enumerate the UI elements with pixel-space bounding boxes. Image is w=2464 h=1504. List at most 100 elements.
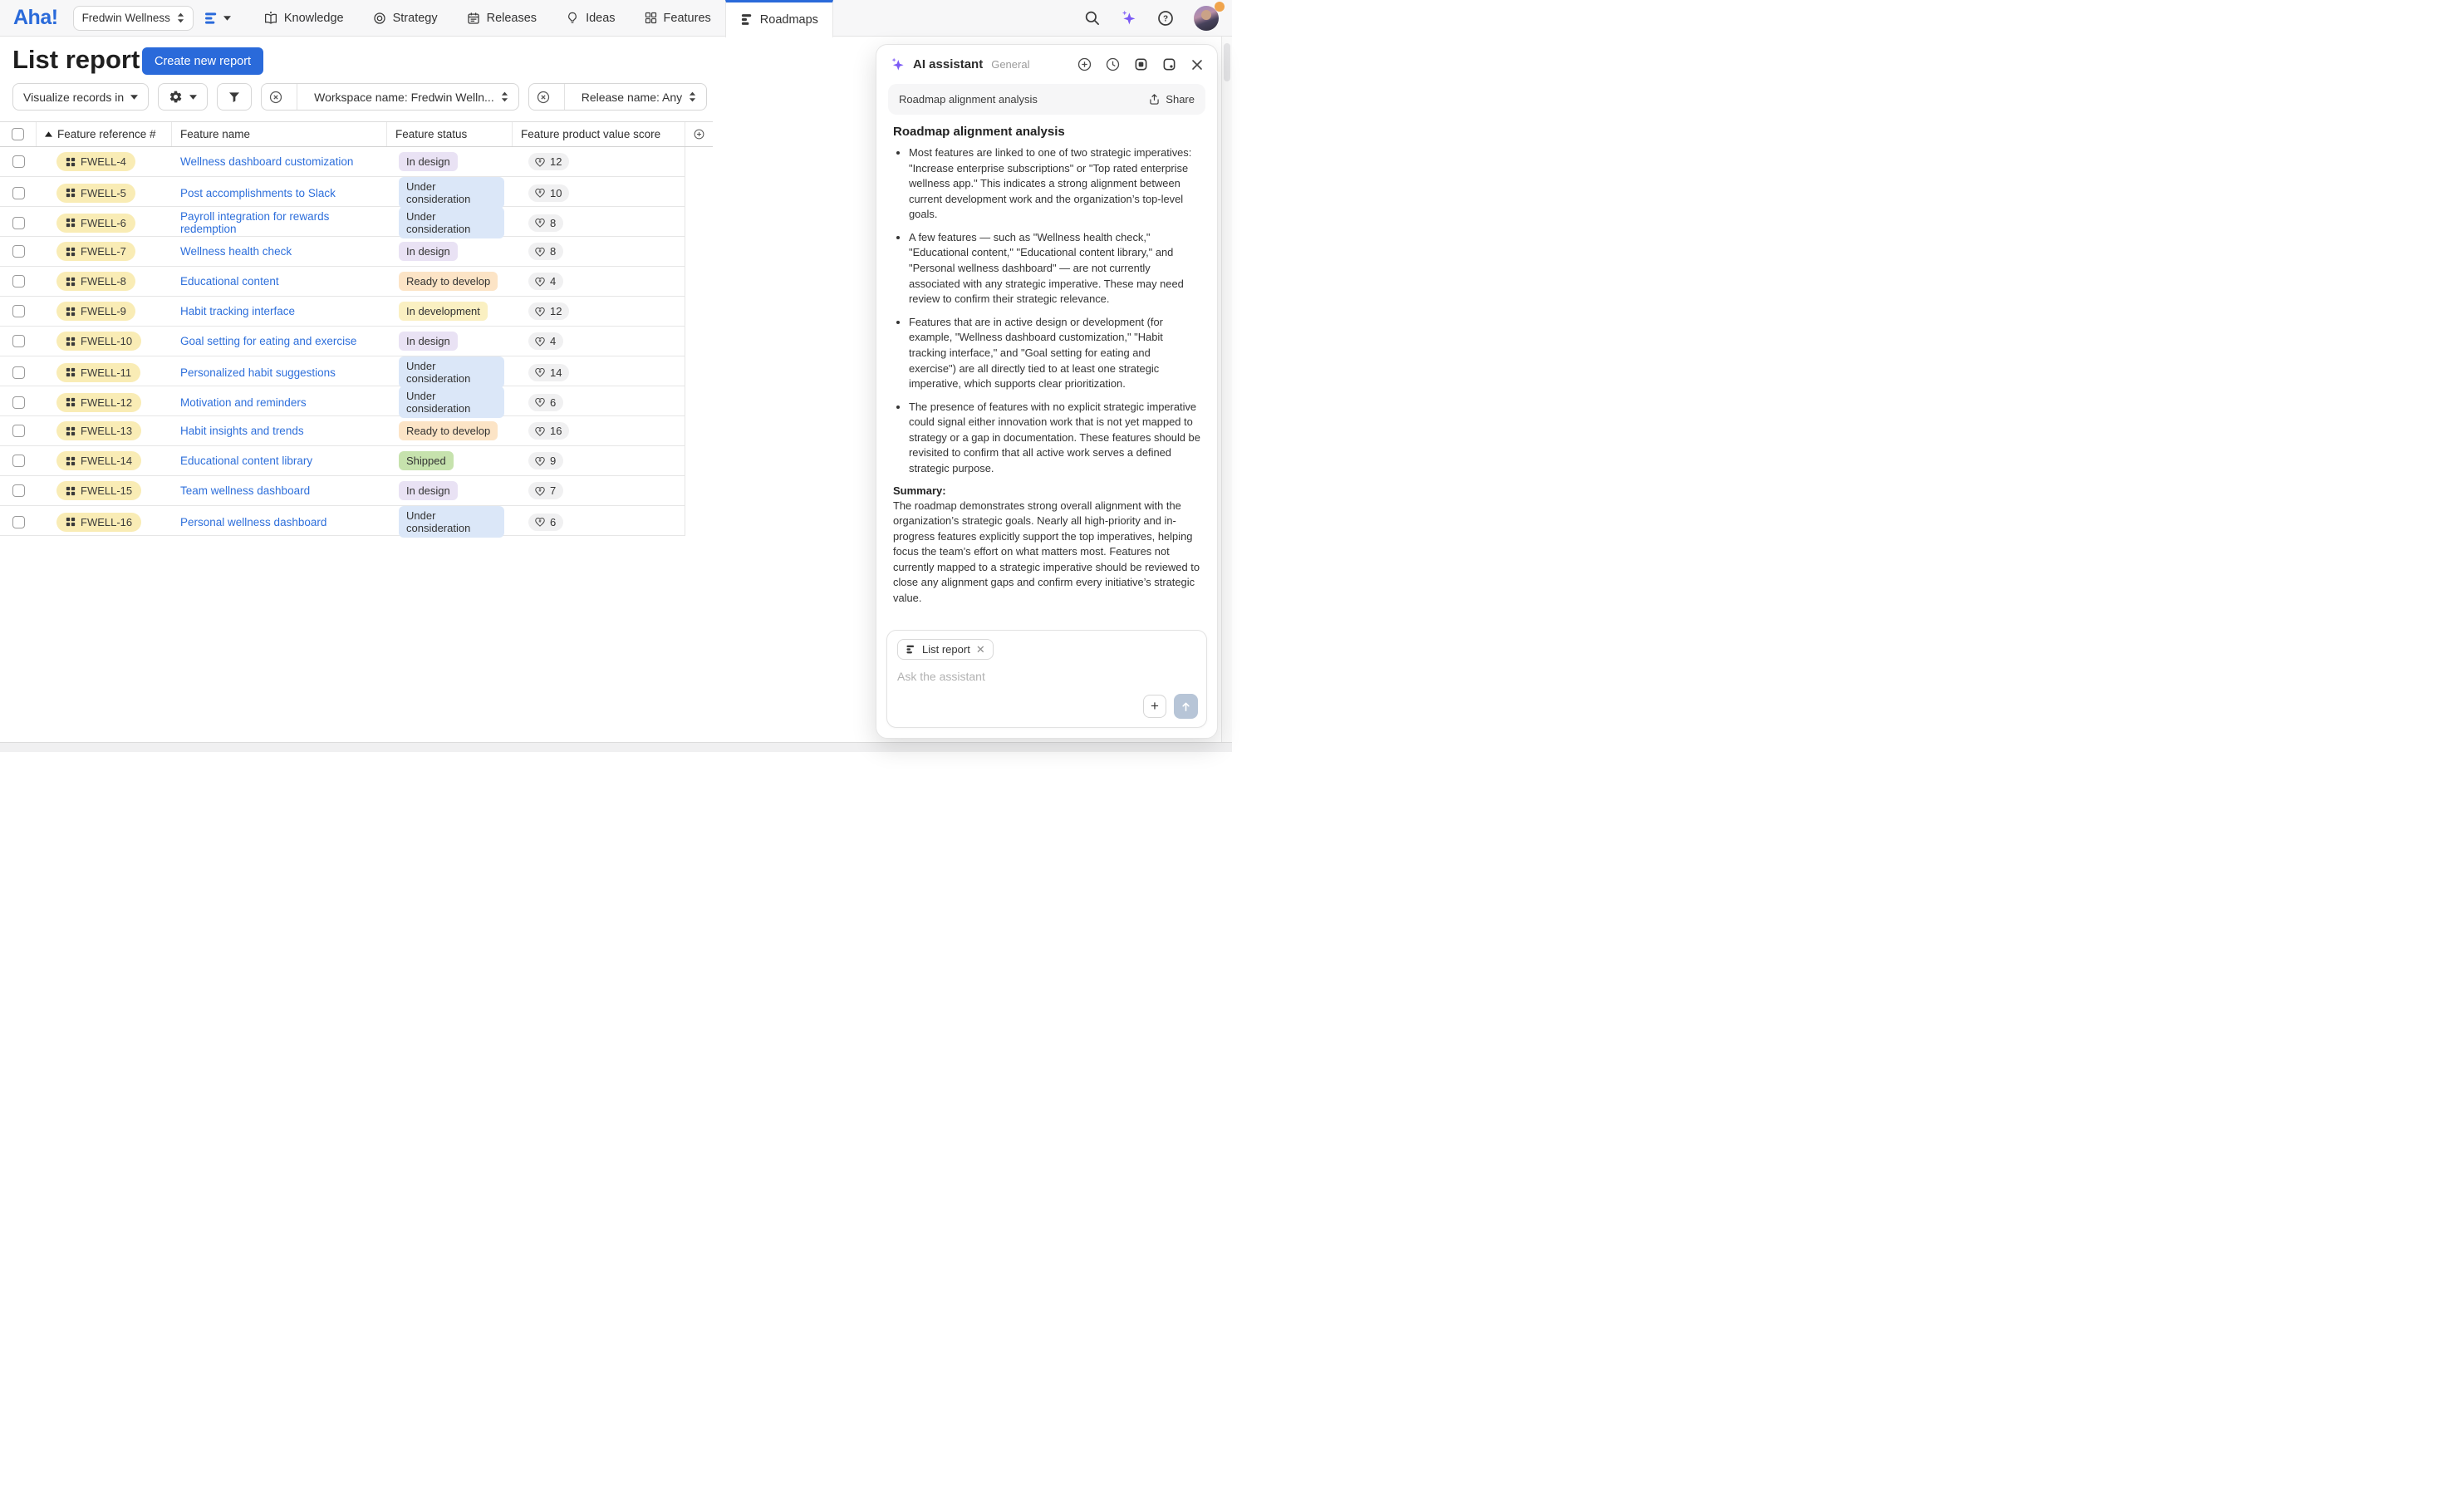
assistant-input-actions: +	[1143, 694, 1198, 719]
row-checkbox[interactable]	[12, 305, 25, 317]
select-all-checkbox[interactable]	[12, 128, 24, 140]
nav-label: Ideas	[586, 12, 615, 25]
row-checkbox[interactable]	[12, 217, 25, 229]
ai-panel-actions	[1077, 57, 1204, 71]
filter-button[interactable]	[217, 83, 252, 111]
workspace-menu-button[interactable]	[205, 12, 231, 24]
row-checkbox[interactable]	[12, 425, 25, 437]
nav-right-actions: ?	[1084, 6, 1219, 31]
score-cell: # 10	[513, 184, 685, 202]
roadmap-list-icon	[740, 12, 754, 27]
column-header-product-value-score[interactable]: Feature product value score	[513, 122, 685, 146]
release-filter-value[interactable]: Release name: Any	[572, 84, 706, 110]
feature-name-link[interactable]: Wellness dashboard customization	[180, 155, 353, 168]
nav-item-releases[interactable]: Releases	[452, 0, 551, 37]
feature-name-link[interactable]: Educational content	[180, 275, 279, 288]
row-checkbox[interactable]	[12, 455, 25, 467]
feature-name-link[interactable]: Educational content library	[180, 455, 312, 467]
feature-reference-pill[interactable]: FWELL-14	[56, 451, 141, 470]
help-button[interactable]: ?	[1157, 10, 1174, 27]
feature-name-link[interactable]: Habit tracking interface	[180, 305, 295, 317]
remove-release-filter-button[interactable]	[529, 84, 557, 110]
nav-item-knowledge[interactable]: Knowledge	[249, 0, 358, 37]
settings-dropdown[interactable]	[158, 83, 208, 111]
search-button[interactable]	[1084, 10, 1100, 26]
feature-name-link[interactable]: Personalized habit suggestions	[180, 366, 336, 379]
chat-title-bar[interactable]: Roadmap alignment analysis Share	[888, 84, 1205, 115]
ai-bullet-list: Most features are linked to one of two s…	[893, 145, 1200, 477]
create-new-report-button[interactable]: Create new report	[142, 47, 263, 75]
feature-status-cell: In design	[387, 152, 513, 171]
remove-context-chip-button[interactable]: ✕	[976, 644, 985, 655]
feature-reference-pill[interactable]: FWELL-15	[56, 481, 141, 500]
feature-reference-pill[interactable]: FWELL-4	[56, 152, 135, 171]
visualize-records-dropdown[interactable]: Visualize records in	[12, 83, 149, 111]
feature-reference-pill[interactable]: FWELL-10	[56, 332, 141, 351]
dock-panel-button[interactable]	[1134, 57, 1148, 71]
feature-reference-pill[interactable]: FWELL-12	[56, 393, 141, 412]
row-checkbox[interactable]	[12, 366, 25, 379]
svg-text:#: #	[538, 220, 541, 225]
feature-reference-pill[interactable]: FWELL-9	[56, 302, 135, 321]
feature-name-link[interactable]: Post accomplishments to Slack	[180, 187, 336, 199]
feature-name-link[interactable]: Wellness health check	[180, 245, 292, 258]
nav-item-strategy[interactable]: Strategy	[358, 0, 452, 37]
feature-reference-pill[interactable]: FWELL-13	[56, 421, 141, 440]
feature-name-link[interactable]: Habit insights and trends	[180, 425, 304, 437]
nav-item-ideas[interactable]: Ideas	[551, 0, 629, 37]
row-checkbox[interactable]	[12, 335, 25, 347]
column-header-label: Feature product value score	[521, 128, 660, 140]
value-score-heart-icon: #	[534, 187, 546, 199]
row-checkbox[interactable]	[12, 245, 25, 258]
feature-name-link[interactable]: Personal wellness dashboard	[180, 516, 326, 528]
column-header-feature-status[interactable]: Feature status	[387, 122, 513, 146]
feature-reference-pill[interactable]: FWELL-7	[56, 242, 135, 261]
table-header-row: Feature reference # Feature name Feature…	[0, 121, 713, 147]
list-report-table: Feature reference # Feature name Feature…	[0, 121, 713, 536]
feature-card-icon	[66, 307, 76, 317]
score-value: 7	[550, 484, 556, 497]
feature-name-link[interactable]: Payroll integration for rewards redempti…	[180, 210, 379, 235]
nav-label: Knowledge	[284, 12, 344, 25]
workspace-selector[interactable]: Fredwin Wellness	[73, 6, 194, 31]
feature-name-link[interactable]: Goal setting for eating and exercise	[180, 335, 356, 347]
row-checkbox[interactable]	[12, 396, 25, 409]
nav-item-features[interactable]: Features	[630, 0, 725, 37]
feature-reference-pill[interactable]: FWELL-8	[56, 272, 135, 291]
row-checkbox[interactable]	[12, 155, 25, 168]
feature-reference-cell: FWELL-7	[37, 242, 172, 261]
context-chip[interactable]: List report ✕	[897, 639, 994, 660]
assistant-input[interactable]: Ask the assistant	[897, 670, 1196, 683]
aha-logo[interactable]: Aha!	[13, 6, 58, 30]
share-button[interactable]: Share	[1148, 93, 1195, 106]
feature-reference-pill[interactable]: FWELL-6	[56, 214, 135, 233]
nav-menu-icon	[205, 12, 219, 24]
feature-name-cell: Habit tracking interface	[172, 305, 387, 317]
feature-name-link[interactable]: Team wellness dashboard	[180, 484, 310, 497]
feature-reference-pill[interactable]: FWELL-16	[56, 513, 141, 532]
ai-assistant-button[interactable]	[1120, 9, 1137, 27]
rail-handle[interactable]	[1224, 43, 1230, 81]
feature-status-cell: Under consideration	[387, 356, 513, 388]
feature-reference-pill[interactable]: FWELL-11	[56, 363, 140, 382]
row-checkbox[interactable]	[12, 484, 25, 497]
feature-name-link[interactable]: Motivation and reminders	[180, 396, 307, 409]
row-checkbox[interactable]	[12, 187, 25, 199]
nav-item-roadmaps-active-tab[interactable]: Roadmaps	[725, 0, 833, 37]
popout-panel-button[interactable]	[1162, 57, 1176, 71]
new-chat-button[interactable]	[1077, 57, 1092, 71]
close-icon[interactable]	[1190, 58, 1204, 71]
remove-workspace-filter-button[interactable]	[262, 84, 290, 110]
collapsed-right-rail[interactable]	[1221, 37, 1232, 752]
send-button[interactable]	[1174, 694, 1198, 719]
row-checkbox[interactable]	[12, 275, 25, 288]
column-header-feature-name[interactable]: Feature name	[172, 122, 387, 146]
row-checkbox[interactable]	[12, 516, 25, 528]
column-header-feature-reference[interactable]: Feature reference #	[37, 122, 172, 146]
workspace-filter-value[interactable]: Workspace name: Fredwin Welln...	[304, 84, 518, 110]
feature-reference-pill[interactable]: FWELL-5	[56, 184, 135, 203]
score-value: 12	[550, 305, 562, 317]
add-column-button[interactable]	[694, 127, 704, 141]
add-attachment-button[interactable]: +	[1143, 695, 1166, 718]
history-button[interactable]	[1106, 57, 1120, 71]
